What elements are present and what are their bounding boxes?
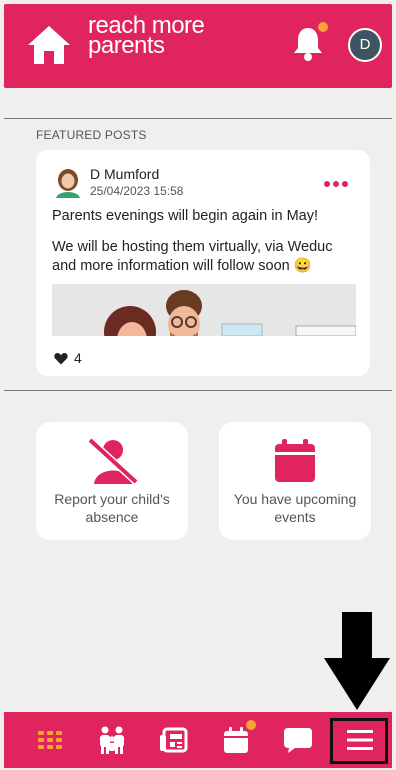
featured-post-card[interactable]: D Mumford 25/04/2023 15:58 Parents eveni…	[36, 150, 370, 376]
divider	[4, 390, 392, 391]
user-avatar[interactable]: D	[348, 28, 382, 62]
person-off-icon	[87, 437, 139, 485]
calendar-nav-icon[interactable]	[212, 712, 260, 768]
menu-highlight-box	[330, 718, 388, 764]
arrow-down-annotation	[324, 612, 390, 710]
home-icon[interactable]	[26, 24, 72, 66]
post-author: D Mumford	[90, 166, 160, 182]
heart-icon[interactable]	[54, 352, 68, 365]
post-illustration	[52, 284, 356, 336]
report-absence-tile[interactable]: Report your child's absence	[36, 422, 188, 540]
chat-icon[interactable]	[274, 712, 322, 768]
notification-badge	[318, 22, 328, 32]
upcoming-events-label: You have upcoming events	[233, 491, 357, 525]
divider	[4, 118, 392, 119]
news-icon[interactable]	[150, 712, 198, 768]
post-date: 25/04/2023 15:58	[90, 184, 184, 198]
like-count: 4	[74, 350, 82, 366]
report-absence-label: Report your child's absence	[54, 491, 170, 525]
calendar-icon	[275, 439, 315, 482]
family-icon[interactable]	[88, 712, 136, 768]
reach-more-parents-logo: reach more parents	[88, 14, 205, 59]
app-header: reach more parents D	[4, 4, 392, 88]
author-avatar	[54, 168, 82, 198]
featured-posts-heading: FEATURED POSTS	[36, 128, 147, 142]
post-text-line-1: Parents evenings will begin again in May…	[52, 208, 318, 224]
apps-icon[interactable]	[26, 712, 74, 768]
post-text-line-2: We will be hosting them virtually, via W…	[52, 239, 333, 274]
more-options-icon[interactable]	[324, 174, 354, 187]
upcoming-events-tile[interactable]: You have upcoming events	[219, 422, 371, 540]
logo-line-2: parents	[88, 32, 165, 59]
calendar-badge	[246, 720, 256, 730]
